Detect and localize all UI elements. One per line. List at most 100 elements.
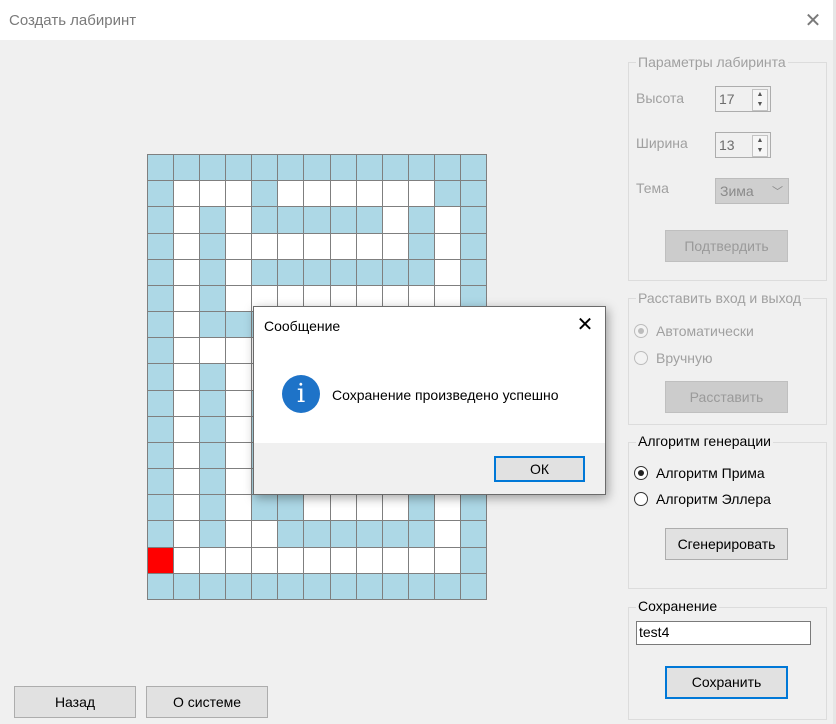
maze-wall-cell[interactable]: [252, 259, 279, 286]
maze-wall-cell[interactable]: [148, 312, 175, 339]
maze-wall-cell[interactable]: [304, 521, 331, 548]
maze-path-cell[interactable]: [226, 495, 253, 522]
maze-wall-cell[interactable]: [200, 469, 227, 496]
maze-path-cell[interactable]: [200, 547, 227, 574]
maze-path-cell[interactable]: [174, 233, 201, 260]
maze-path-cell[interactable]: [174, 416, 201, 443]
maze-path-cell[interactable]: [434, 207, 461, 234]
maze-path-cell[interactable]: [356, 547, 383, 574]
maze-wall-cell[interactable]: [434, 155, 461, 182]
maze-wall-cell[interactable]: [304, 573, 331, 600]
maze-wall-cell[interactable]: [408, 233, 435, 260]
maze-wall-cell[interactable]: [330, 155, 357, 182]
maze-wall-cell[interactable]: [356, 573, 383, 600]
width-spinner[interactable]: 13 ▲ ▼: [715, 132, 771, 158]
maze-path-cell[interactable]: [174, 181, 201, 208]
maze-wall-cell[interactable]: [148, 442, 175, 470]
maze-path-cell[interactable]: [226, 233, 253, 260]
maze-wall-cell[interactable]: [148, 495, 175, 522]
maze-path-cell[interactable]: [174, 469, 201, 496]
maze-path-cell[interactable]: [408, 181, 435, 208]
maze-wall-cell[interactable]: [460, 259, 487, 286]
maze-wall-cell[interactable]: [226, 155, 253, 182]
maze-wall-cell[interactable]: [278, 259, 305, 286]
maze-path-cell[interactable]: [174, 207, 201, 234]
auto-radio[interactable]: [634, 324, 648, 338]
maze-wall-cell[interactable]: [200, 312, 227, 339]
maze-wall-cell[interactable]: [200, 442, 227, 470]
maze-path-cell[interactable]: [278, 181, 305, 208]
maze-path-cell[interactable]: [434, 495, 461, 522]
maze-path-cell[interactable]: [174, 547, 201, 574]
maze-marker-cell[interactable]: [148, 547, 175, 574]
maze-path-cell[interactable]: [434, 233, 461, 260]
maze-path-cell[interactable]: [174, 338, 201, 365]
maze-wall-cell[interactable]: [148, 233, 175, 260]
maze-wall-cell[interactable]: [382, 259, 409, 286]
maze-wall-cell[interactable]: [148, 469, 175, 496]
maze-path-cell[interactable]: [408, 547, 435, 574]
maze-wall-cell[interactable]: [200, 285, 227, 313]
maze-wall-cell[interactable]: [434, 573, 461, 600]
maze-wall-cell[interactable]: [460, 547, 487, 574]
maze-path-cell[interactable]: [356, 233, 383, 260]
maze-path-cell[interactable]: [226, 181, 253, 208]
maze-wall-cell[interactable]: [148, 573, 175, 600]
maze-wall-cell[interactable]: [356, 521, 383, 548]
maze-wall-cell[interactable]: [304, 155, 331, 182]
maze-path-cell[interactable]: [252, 233, 279, 260]
maze-path-cell[interactable]: [382, 207, 409, 234]
maze-wall-cell[interactable]: [200, 573, 227, 600]
maze-path-cell[interactable]: [278, 233, 305, 260]
generate-button[interactable]: Сгенерировать: [665, 528, 788, 560]
maze-wall-cell[interactable]: [460, 181, 487, 208]
maze-path-cell[interactable]: [226, 259, 253, 286]
maze-wall-cell[interactable]: [148, 207, 175, 234]
maze-path-cell[interactable]: [226, 285, 253, 313]
maze-wall-cell[interactable]: [356, 155, 383, 182]
maze-wall-cell[interactable]: [460, 155, 487, 182]
maze-wall-cell[interactable]: [356, 207, 383, 234]
maze-wall-cell[interactable]: [330, 573, 357, 600]
maze-wall-cell[interactable]: [252, 207, 279, 234]
maze-wall-cell[interactable]: [278, 573, 305, 600]
maze-wall-cell[interactable]: [148, 259, 175, 286]
maze-path-cell[interactable]: [174, 442, 201, 470]
maze-path-cell[interactable]: [174, 259, 201, 286]
maze-path-cell[interactable]: [174, 390, 201, 417]
ok-button[interactable]: ОК: [494, 456, 585, 482]
maze-wall-cell[interactable]: [356, 259, 383, 286]
maze-wall-cell[interactable]: [330, 521, 357, 548]
spinner-down-icon[interactable]: ▼: [753, 100, 767, 110]
maze-path-cell[interactable]: [226, 469, 253, 496]
maze-wall-cell[interactable]: [460, 573, 487, 600]
maze-path-cell[interactable]: [226, 416, 253, 443]
maze-wall-cell[interactable]: [200, 390, 227, 417]
maze-wall-cell[interactable]: [226, 312, 253, 339]
maze-path-cell[interactable]: [382, 547, 409, 574]
maze-path-cell[interactable]: [304, 495, 331, 522]
maze-path-cell[interactable]: [226, 390, 253, 417]
spinner-down-icon[interactable]: ▼: [753, 146, 767, 156]
maze-path-cell[interactable]: [226, 442, 253, 470]
maze-wall-cell[interactable]: [460, 521, 487, 548]
close-icon[interactable]: ✕: [572, 313, 598, 337]
maze-wall-cell[interactable]: [304, 207, 331, 234]
maze-wall-cell[interactable]: [408, 521, 435, 548]
maze-path-cell[interactable]: [434, 259, 461, 286]
maze-wall-cell[interactable]: [408, 259, 435, 286]
close-icon[interactable]: ✕: [798, 8, 828, 34]
maze-wall-cell[interactable]: [200, 416, 227, 443]
maze-wall-cell[interactable]: [382, 521, 409, 548]
maze-wall-cell[interactable]: [200, 233, 227, 260]
maze-wall-cell[interactable]: [148, 338, 175, 365]
maze-path-cell[interactable]: [356, 495, 383, 522]
maze-wall-cell[interactable]: [330, 259, 357, 286]
maze-wall-cell[interactable]: [408, 573, 435, 600]
maze-path-cell[interactable]: [278, 547, 305, 574]
theme-select[interactable]: Зима ﹀: [715, 178, 789, 204]
maze-wall-cell[interactable]: [148, 390, 175, 417]
maze-wall-cell[interactable]: [278, 495, 305, 522]
maze-wall-cell[interactable]: [252, 155, 279, 182]
spinner-up-icon[interactable]: ▲: [753, 136, 767, 146]
